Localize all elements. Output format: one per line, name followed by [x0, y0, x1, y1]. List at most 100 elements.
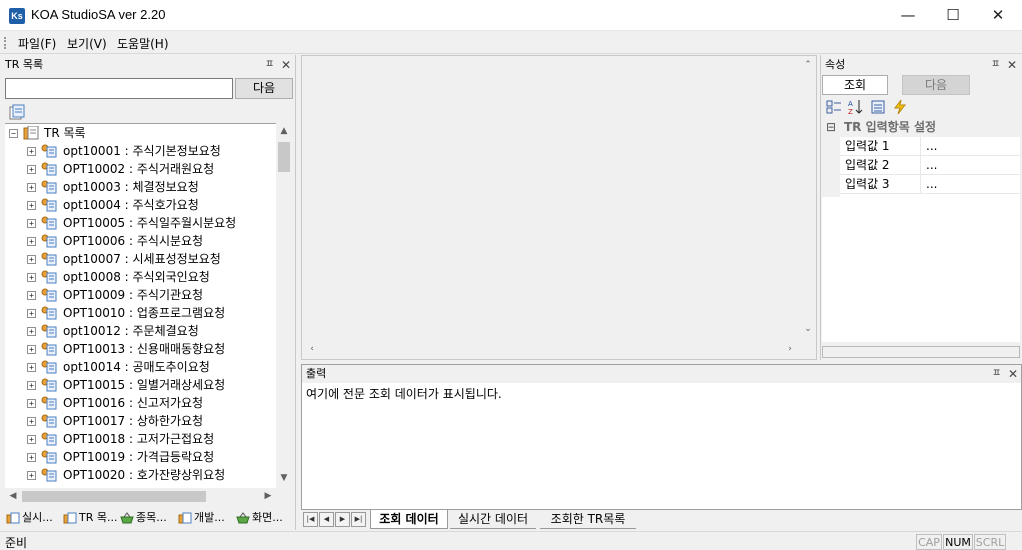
sort-alpha-icon[interactable]: A Z: [848, 99, 864, 115]
tree-item[interactable]: + OPT10019 : 가격급등락요청: [5, 448, 276, 466]
expand-icon[interactable]: +: [27, 327, 36, 336]
tree-item[interactable]: + OPT10017 : 상하한가요청: [5, 412, 276, 430]
tree-root[interactable]: − TR 목록: [5, 124, 276, 142]
scroll-right-icon[interactable]: ▶: [260, 491, 276, 501]
expand-icon[interactable]: +: [27, 363, 36, 372]
tab-next-icon[interactable]: ▶: [335, 512, 350, 527]
property-value[interactable]: ...: [926, 156, 937, 175]
left-panel-tab[interactable]: 종목...: [120, 508, 177, 528]
tab-first-icon[interactable]: |◀: [303, 512, 318, 527]
tree-item[interactable]: + opt10003 : 체결정보요청: [5, 178, 276, 196]
left-panel-tab[interactable]: 개발...: [178, 508, 235, 528]
tree-item[interactable]: + OPT10005 : 주식일주월시분요청: [5, 214, 276, 232]
properties-tab-query[interactable]: 조회: [822, 75, 888, 95]
property-value[interactable]: ...: [926, 137, 937, 156]
tr-tree-vscrollbar[interactable]: ▲ ▼: [276, 123, 293, 488]
expand-icon[interactable]: +: [27, 237, 36, 246]
tree-item[interactable]: + OPT10009 : 주식기관요청: [5, 286, 276, 304]
tree-item[interactable]: + opt10004 : 주식호가요청: [5, 196, 276, 214]
document-vscrollbar[interactable]: ⌃ ⌄: [800, 56, 816, 342]
menu-view[interactable]: 보기(V): [67, 35, 107, 52]
property-category[interactable]: ⊟ TR 입력항목 설정: [822, 118, 1020, 137]
categorized-icon[interactable]: [826, 99, 842, 115]
tr-next-button[interactable]: 다음: [235, 78, 293, 99]
tree-item[interactable]: + opt10014 : 공매도추이요청: [5, 358, 276, 376]
svg-text:Z: Z: [848, 108, 853, 115]
expand-icon[interactable]: +: [27, 165, 36, 174]
expand-icon[interactable]: +: [27, 147, 36, 156]
output-close-icon[interactable]: ✕: [1008, 365, 1018, 383]
scroll-thumb[interactable]: [278, 142, 290, 172]
hscroll-thumb[interactable]: [22, 491, 206, 502]
doc-scroll-right-icon[interactable]: ›: [782, 344, 798, 354]
maximize-button[interactable]: ☐: [930, 0, 976, 31]
tab-realtime-data[interactable]: 실시간 데이터: [450, 510, 536, 529]
tree-item[interactable]: + OPT10016 : 신고저가요청: [5, 394, 276, 412]
tree-item[interactable]: + opt10001 : 주식기본정보요청: [5, 142, 276, 160]
property-pages-icon[interactable]: [870, 99, 886, 115]
tree-item[interactable]: + opt10012 : 주문체결요청: [5, 322, 276, 340]
menu-grip-icon[interactable]: [4, 37, 7, 49]
tree-item[interactable]: + OPT10020 : 호가잔량상위요청: [5, 466, 276, 484]
menu-help[interactable]: 도움말(H): [117, 35, 169, 52]
expand-icon[interactable]: +: [27, 435, 36, 444]
scroll-up-icon[interactable]: ▲: [276, 126, 292, 136]
menu-file[interactable]: 파일(F): [18, 35, 56, 52]
tree-item[interactable]: + OPT10010 : 업종프로그램요청: [5, 304, 276, 322]
tree-item[interactable]: + opt10008 : 주식외국인요청: [5, 268, 276, 286]
document-hscrollbar[interactable]: ‹ ›: [302, 342, 800, 358]
expand-icon[interactable]: +: [27, 183, 36, 192]
scroll-left-icon[interactable]: ◀: [5, 491, 21, 501]
tr-tree-hscrollbar[interactable]: ◀ ▶: [5, 488, 276, 505]
expand-icon[interactable]: +: [27, 219, 36, 228]
category-collapse-icon[interactable]: ⊟: [826, 118, 836, 137]
svg-text:A: A: [848, 100, 853, 108]
tab-last-icon[interactable]: ▶|: [351, 512, 366, 527]
left-panel-tab[interactable]: 실시...: [6, 508, 62, 528]
tree-item[interactable]: + OPT10013 : 신용매매동향요청: [5, 340, 276, 358]
tab-prev-icon[interactable]: ◀: [319, 512, 334, 527]
expand-icon[interactable]: +: [27, 417, 36, 426]
left-panel-tab[interactable]: 화면...: [236, 508, 292, 528]
output-pin-icon[interactable]: ㅍ: [992, 365, 1001, 383]
tr-search-input[interactable]: [5, 78, 233, 99]
expand-icon[interactable]: +: [27, 345, 36, 354]
expand-icon[interactable]: +: [27, 381, 36, 390]
doc-scroll-down-icon[interactable]: ⌄: [800, 324, 816, 334]
collapse-icon[interactable]: −: [9, 129, 18, 138]
property-value[interactable]: ...: [926, 175, 937, 194]
expand-icon[interactable]: +: [27, 471, 36, 480]
properties-tab-next[interactable]: 다음: [902, 75, 970, 95]
expand-icon[interactable]: +: [27, 201, 36, 210]
doc-scroll-left-icon[interactable]: ‹: [304, 344, 320, 354]
tr-panel-close-icon[interactable]: ✕: [281, 56, 291, 74]
pin-icon[interactable]: ㅍ: [265, 56, 274, 74]
properties-pin-icon[interactable]: ㅍ: [991, 56, 1000, 74]
tree-item[interactable]: + opt10007 : 시세표성정보요청: [5, 250, 276, 268]
expand-icon[interactable]: +: [27, 309, 36, 318]
property-row[interactable]: 입력값 3...: [840, 175, 1020, 194]
tree-item[interactable]: + OPT10002 : 주식거래원요청: [5, 160, 276, 178]
expand-icon[interactable]: +: [27, 255, 36, 264]
scroll-down-icon[interactable]: ▼: [276, 473, 292, 483]
property-row[interactable]: 입력값 1...: [840, 137, 1020, 156]
tree-item-label: OPT10019 : 가격급등락요청: [63, 450, 215, 464]
property-row[interactable]: 입력값 2...: [840, 156, 1020, 175]
left-panel-tab[interactable]: TR 목...: [63, 508, 119, 528]
expand-icon[interactable]: +: [27, 291, 36, 300]
expand-icon[interactable]: +: [27, 273, 36, 282]
minimize-button[interactable]: —: [885, 0, 931, 31]
tab-queried-tr-list[interactable]: 조회한 TR목록: [540, 510, 636, 529]
expand-icon[interactable]: +: [27, 399, 36, 408]
document-area: ⌃ ⌄ ‹ ›: [301, 55, 817, 360]
tree-item[interactable]: + OPT10015 : 일별거래상세요청: [5, 376, 276, 394]
tab-query-data[interactable]: 조회 데이터: [370, 510, 448, 529]
doc-scroll-up-icon[interactable]: ⌃: [800, 60, 816, 70]
expand-icon[interactable]: +: [27, 453, 36, 462]
tree-item[interactable]: + OPT10006 : 주식시분요청: [5, 232, 276, 250]
tree-item[interactable]: + OPT10018 : 고저가근접요청: [5, 430, 276, 448]
events-lightning-icon[interactable]: [892, 99, 908, 115]
tr-list-toolbar-icon[interactable]: [9, 104, 25, 120]
properties-close-icon[interactable]: ✕: [1007, 56, 1017, 74]
close-button[interactable]: ✕: [975, 0, 1021, 31]
